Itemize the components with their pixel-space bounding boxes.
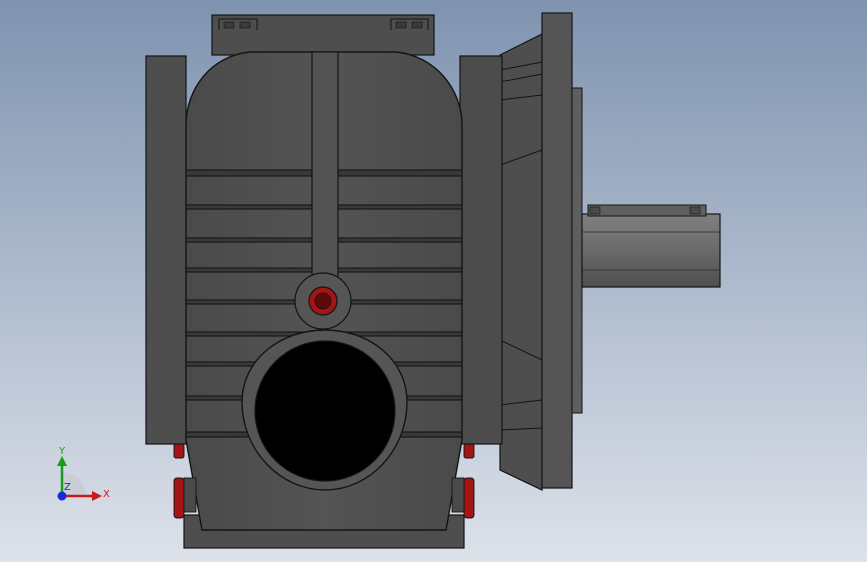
gearbox-model[interactable] [0,0,867,562]
y-axis-label: Y [58,446,66,457]
flange-plate [541,12,573,489]
oil-plug[interactable] [308,286,338,316]
flange-spigot [571,87,583,414]
bore-hole [254,340,396,482]
output-flange[interactable] [499,12,583,491]
housing-left-plate [145,55,187,445]
shaft-body [581,213,721,288]
flange-cone [499,33,543,491]
shaft-key [587,204,707,217]
output-shaft[interactable] [581,204,721,288]
x-axis-label: X [103,489,110,500]
orientation-triad: Y X Z [57,446,110,501]
cad-viewport[interactable]: Y X Z [0,0,867,562]
top-mounting-pad [211,14,435,56]
z-axis-label: Z [64,482,71,493]
housing-side-face [459,55,503,445]
